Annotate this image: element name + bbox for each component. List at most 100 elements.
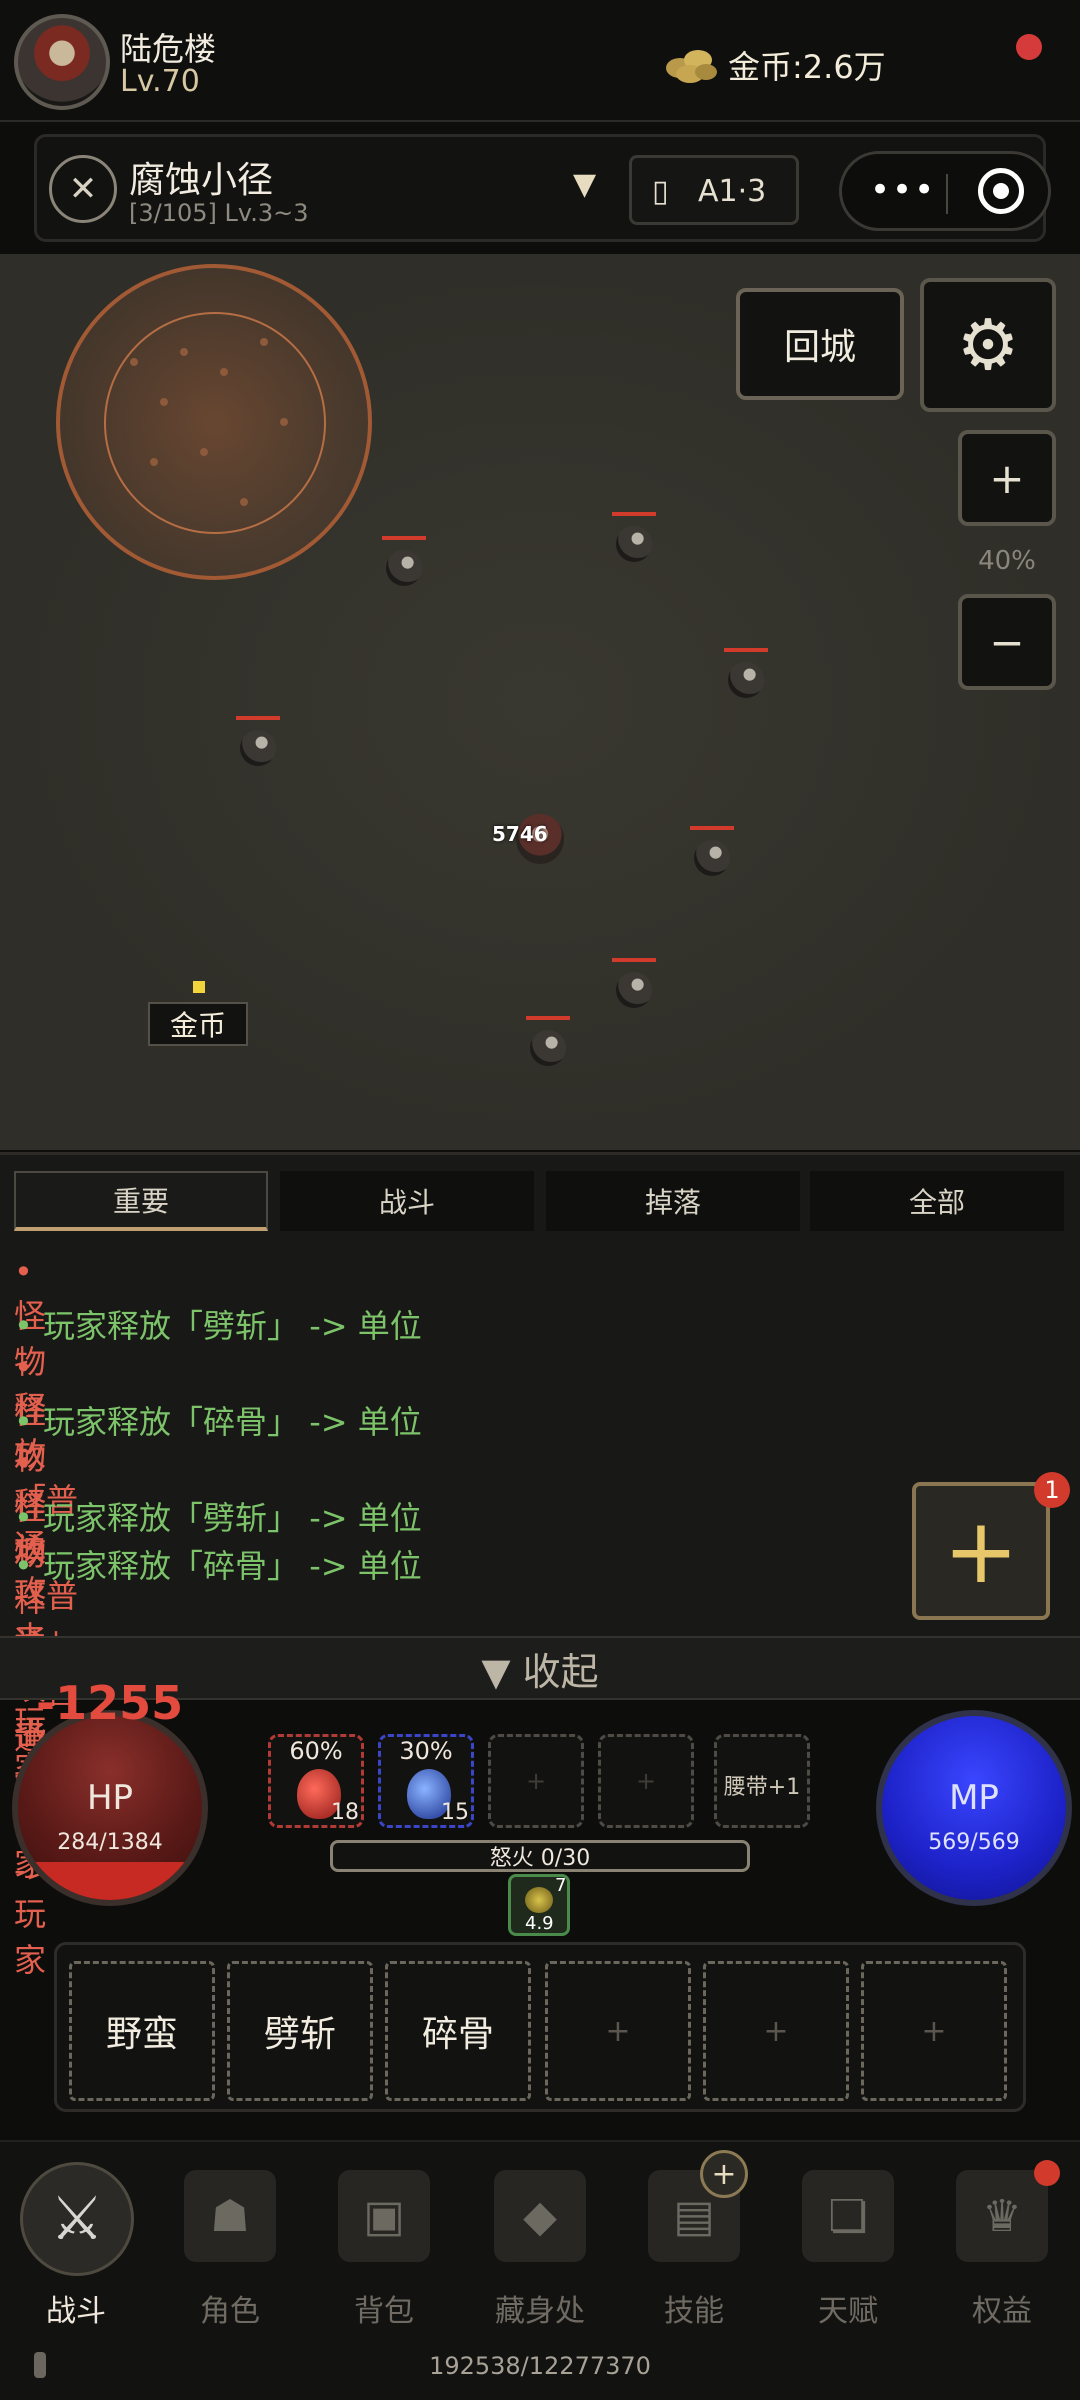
nav-label: 技能 — [664, 2294, 724, 2329]
potion-count: 15 — [441, 1800, 469, 1825]
player-avatar[interactable] — [14, 14, 110, 110]
monster-hp-bar — [236, 716, 280, 720]
map-name: 腐蚀小径 — [129, 160, 274, 201]
backpack-icon: ▣ — [338, 2170, 430, 2262]
nav-backpack[interactable]: ▣ 背包 — [314, 2162, 454, 2352]
damage-number: 5746 — [492, 822, 548, 846]
skill-slot[interactable]: 野蛮 — [69, 1961, 215, 2101]
skill-slot[interactable]: 劈斩 — [227, 1961, 373, 2101]
monster[interactable] — [382, 536, 426, 592]
potion-slot-hp[interactable]: 60% 18 — [268, 1734, 364, 1828]
zoom-in-button[interactable]: + — [958, 430, 1056, 526]
log-line: • 玩家释放「碎骨」 -> 单位 — [14, 1403, 422, 1441]
nav-skills[interactable]: ▤ 技能 — [624, 2162, 764, 2352]
nav-label: 背包 — [354, 2294, 414, 2329]
aoe-inner-ring — [104, 312, 326, 534]
aoe-particle — [280, 418, 288, 426]
nav-label: 战斗 — [46, 2294, 106, 2329]
monster[interactable] — [236, 716, 280, 772]
monster[interactable] — [724, 648, 768, 704]
tab-all[interactable]: 全部 — [810, 1171, 1064, 1231]
nav-perks[interactable]: ♛ 权益 — [932, 2162, 1072, 2352]
crossed-swords-icon: ✕ — [49, 155, 117, 223]
aoe-particle — [150, 458, 158, 466]
mp-orb: MP 569/569 — [876, 1710, 1072, 1906]
empty-belt-slot[interactable]: + — [598, 1734, 694, 1828]
gold-amount: 金币:2.6万 — [728, 48, 886, 86]
perks-notification-dot — [1034, 2160, 1060, 2186]
buff-icon[interactable]: 7 4.9 — [508, 1874, 570, 1936]
coin-drop-label[interactable]: 金币 — [148, 1002, 248, 1046]
coin-drop-icon[interactable] — [193, 981, 205, 993]
zone-button[interactable]: ▯ A1·3 — [629, 155, 799, 225]
more-icon[interactable]: ••• — [870, 170, 936, 210]
monster-sprite — [728, 662, 764, 698]
buff-sprite — [525, 1887, 553, 1913]
mp-label: MP — [949, 1778, 999, 1818]
log-line: • 玩家释放「劈斩」 -> 单位 — [14, 1499, 422, 1537]
monster-sprite — [694, 840, 730, 876]
hideout-icon: ◆ — [494, 2170, 586, 2262]
monster[interactable] — [612, 512, 656, 568]
capsule-divider — [946, 174, 948, 214]
monster[interactable] — [690, 826, 734, 882]
monster[interactable] — [612, 958, 656, 1014]
nav-hideout[interactable]: ◆ 藏身处 — [470, 2162, 610, 2352]
miniprogram-capsule: ••• — [839, 151, 1051, 231]
tab-combat[interactable]: 战斗 — [280, 1171, 534, 1231]
potion-threshold: 30% — [399, 1737, 453, 1765]
talent-cards-icon: ❏ — [802, 2170, 894, 2262]
map-bar[interactable]: ✕ 腐蚀小径 [3/105] Lv.3~3 ▼ ▯ A1·3 ••• — [34, 134, 1051, 242]
potion-slot-mp[interactable]: 30% 15 — [378, 1734, 474, 1828]
footer-stat: 192538/12277370 — [429, 2352, 651, 2380]
nav-talents[interactable]: ❏ 天赋 — [778, 2162, 918, 2352]
helmet-icon: ☗ — [184, 2170, 276, 2262]
damage-taken-number: -1255 — [36, 1676, 184, 1730]
tab-loot[interactable]: 掉落 — [546, 1171, 800, 1231]
monster-hp-bar — [382, 536, 426, 540]
monster-sprite — [616, 972, 652, 1008]
close-miniprogram-icon[interactable] — [978, 168, 1024, 214]
nav-label: 权益 — [972, 2294, 1032, 2329]
monster-sprite — [240, 730, 276, 766]
settings-button[interactable]: ⚙ — [920, 278, 1056, 412]
aoe-particle — [220, 368, 228, 376]
hp-label: HP — [86, 1778, 134, 1818]
monster[interactable] — [526, 1016, 570, 1072]
log-line: • 玩家释放「劈斩」 -> 单位 — [14, 1307, 422, 1345]
log-line: • 玩家释放「碎骨」 -> 单位 — [14, 1547, 422, 1585]
game-field[interactable]: 5746 金币 回城 ⚙ + 40% − — [0, 254, 1080, 1150]
potion-threshold: 60% — [289, 1737, 343, 1765]
zoom-level: 40% — [978, 546, 1036, 576]
empty-skill-slot[interactable]: + — [861, 1961, 1007, 2101]
tab-important[interactable]: 重要 — [14, 1171, 268, 1231]
map-dropdown-icon[interactable]: ▼ — [573, 167, 596, 202]
monster-hp-bar — [612, 512, 656, 516]
monster-sprite — [386, 550, 422, 586]
aoe-particle — [160, 398, 168, 406]
return-town-button[interactable]: 回城 — [736, 288, 904, 400]
settings-notification-dot — [1016, 34, 1042, 60]
belt-upgrade-slot[interactable]: 腰带+1 — [714, 1734, 810, 1828]
monster-sprite — [530, 1030, 566, 1066]
nav-character[interactable]: ☗ 角色 — [160, 2162, 300, 2352]
rage-bar: 怒火 0/30 — [330, 1840, 750, 1872]
plus-icon: + — [525, 1767, 547, 1795]
skill-point-plus-icon: + — [700, 2150, 748, 2198]
nav-battle[interactable]: ⚔ 战斗 — [6, 2162, 146, 2352]
add-button[interactable]: + — [912, 1482, 1050, 1620]
gold-coins-icon — [666, 50, 717, 83]
potion-count: 18 — [331, 1800, 359, 1825]
mp-value: 569/569 — [928, 1830, 1020, 1855]
player-level: Lv.70 — [120, 64, 200, 99]
plus-icon: + — [635, 1767, 657, 1795]
aoe-particle — [130, 358, 138, 366]
empty-belt-slot[interactable]: + — [488, 1734, 584, 1828]
nav-label: 藏身处 — [495, 2294, 585, 2329]
empty-skill-slot[interactable]: + — [703, 1961, 849, 2101]
monster-hp-bar — [612, 958, 656, 962]
empty-skill-slot[interactable]: + — [545, 1961, 691, 2101]
skill-slot[interactable]: 碎骨 — [385, 1961, 531, 2101]
zoom-out-button[interactable]: − — [958, 594, 1056, 690]
aoe-circle — [56, 264, 372, 580]
